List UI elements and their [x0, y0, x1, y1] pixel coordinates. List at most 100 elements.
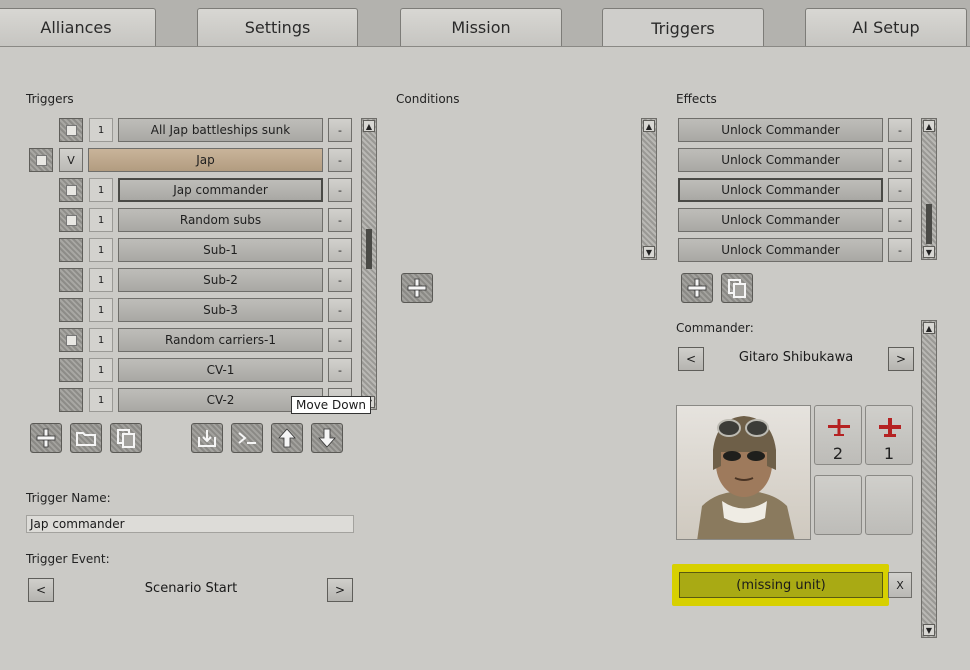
unit-slot[interactable]: 1	[865, 405, 913, 465]
add-trigger-button[interactable]	[30, 423, 62, 453]
trigger-repeat-count[interactable]: 1	[89, 238, 113, 262]
scroll-down-icon[interactable]: ▼	[923, 624, 935, 636]
trigger-item[interactable]: All Jap battleships sunk	[118, 118, 323, 142]
plane-icon	[879, 418, 901, 437]
triggers-scrollbar[interactable]: ▲ ▼	[361, 118, 377, 410]
commander-scrollbar[interactable]: ▲ ▼	[921, 320, 937, 638]
folder-icon	[76, 432, 96, 446]
trigger-item[interactable]: Sub-1	[118, 238, 323, 262]
trigger-remove-button[interactable]: -	[328, 358, 352, 382]
effect-item[interactable]: Unlock Commander	[678, 148, 883, 172]
trigger-checkbox[interactable]	[59, 388, 83, 412]
copy-icon	[117, 429, 135, 448]
trigger-remove-button[interactable]: -	[328, 238, 352, 262]
trigger-checkbox[interactable]	[59, 358, 83, 382]
terminal-icon	[238, 432, 256, 444]
effects-scrollbar[interactable]: ▲ ▼	[921, 118, 937, 260]
trigger-checkbox[interactable]	[59, 238, 83, 262]
trigger-name-input[interactable]: Jap commander	[26, 515, 354, 533]
unit-count: 1	[883, 444, 895, 463]
move-down-button[interactable]	[311, 423, 343, 453]
add-effect-button[interactable]	[681, 273, 713, 303]
trigger-checkbox[interactable]	[59, 178, 83, 202]
unit-slot-empty[interactable]	[814, 475, 862, 535]
tab-ai-setup[interactable]: AI Setup	[805, 8, 967, 46]
trigger-item[interactable]: Random subs	[118, 208, 323, 232]
trigger-checkbox[interactable]	[59, 328, 83, 352]
move-down-tooltip: Move Down	[291, 396, 371, 414]
scroll-up-icon[interactable]: ▲	[923, 322, 935, 334]
effect-remove-button[interactable]: -	[888, 238, 912, 262]
download-icon	[198, 430, 216, 447]
trigger-group-item[interactable]: Jap	[88, 148, 323, 172]
tab-triggers[interactable]: Triggers	[602, 8, 764, 48]
import-button[interactable]	[191, 423, 223, 453]
effect-item[interactable]: Unlock Commander	[678, 238, 883, 262]
trigger-repeat-count[interactable]: 1	[89, 388, 113, 412]
trigger-remove-button[interactable]: -	[328, 148, 352, 172]
remove-unit-button[interactable]: X	[888, 572, 912, 598]
effect-remove-button[interactable]: -	[888, 148, 912, 172]
trigger-remove-button[interactable]: -	[328, 268, 352, 292]
scroll-up-icon[interactable]: ▲	[643, 120, 655, 132]
effect-item-selected[interactable]: Unlock Commander	[678, 178, 883, 202]
scroll-thumb[interactable]	[366, 229, 372, 269]
commander-name: Gitaro Shibukawa	[738, 350, 854, 365]
trigger-name-label: Trigger Name:	[26, 491, 111, 505]
scroll-up-icon[interactable]: ▲	[363, 120, 375, 132]
unit-slot-empty[interactable]	[865, 475, 913, 535]
copy-effect-button[interactable]	[721, 273, 753, 303]
effect-remove-button[interactable]: -	[888, 178, 912, 202]
effect-item[interactable]: Unlock Commander	[678, 118, 883, 142]
effects-left-scrollbar[interactable]: ▲ ▼	[641, 118, 657, 260]
trigger-repeat-count[interactable]: 1	[89, 298, 113, 322]
scroll-up-icon[interactable]: ▲	[923, 120, 935, 132]
trigger-event-prev-button[interactable]: <	[28, 578, 54, 602]
commander-prev-button[interactable]: <	[678, 347, 704, 371]
trigger-group-checkbox[interactable]	[29, 148, 53, 172]
tab-settings[interactable]: Settings	[197, 8, 358, 46]
trigger-remove-button[interactable]: -	[328, 208, 352, 232]
trigger-item[interactable]: CV-1	[118, 358, 323, 382]
add-folder-button[interactable]	[70, 423, 102, 453]
missing-unit-button[interactable]: (missing unit)	[679, 572, 883, 598]
copy-icon	[728, 279, 746, 298]
scroll-down-icon[interactable]: ▼	[643, 246, 655, 258]
script-button[interactable]	[231, 423, 263, 453]
effect-item[interactable]: Unlock Commander	[678, 208, 883, 232]
effect-remove-button[interactable]: -	[888, 208, 912, 232]
add-condition-button[interactable]	[401, 273, 433, 303]
trigger-remove-button[interactable]: -	[328, 298, 352, 322]
trigger-item[interactable]: Random carriers-1	[118, 328, 323, 352]
trigger-group-expand[interactable]: V	[59, 148, 83, 172]
trigger-item[interactable]: Sub-2	[118, 268, 323, 292]
effects-label: Effects	[676, 92, 717, 106]
trigger-repeat-count[interactable]: 1	[89, 118, 113, 142]
trigger-repeat-count[interactable]: 1	[89, 358, 113, 382]
scroll-down-icon[interactable]: ▼	[923, 246, 935, 258]
trigger-checkbox[interactable]	[59, 118, 83, 142]
trigger-repeat-count[interactable]: 1	[89, 208, 113, 232]
trigger-checkbox[interactable]	[59, 208, 83, 232]
trigger-event-next-button[interactable]: >	[327, 578, 353, 602]
effect-remove-button[interactable]: -	[888, 118, 912, 142]
trigger-item-selected[interactable]: Jap commander	[118, 178, 323, 202]
copy-trigger-button[interactable]	[110, 423, 142, 453]
trigger-remove-button[interactable]: -	[328, 118, 352, 142]
trigger-remove-button[interactable]: -	[328, 328, 352, 352]
trigger-repeat-count[interactable]: 1	[89, 328, 113, 352]
commander-next-button[interactable]: >	[888, 347, 914, 371]
arrow-up-icon	[278, 428, 296, 448]
trigger-repeat-count[interactable]: 1	[89, 178, 113, 202]
scroll-thumb[interactable]	[926, 204, 932, 244]
unit-slot[interactable]: 2	[814, 405, 862, 465]
trigger-remove-button[interactable]: -	[328, 178, 352, 202]
trigger-checkbox[interactable]	[59, 268, 83, 292]
tab-mission[interactable]: Mission	[400, 8, 562, 46]
trigger-checkbox[interactable]	[59, 298, 83, 322]
trigger-repeat-count[interactable]: 1	[89, 268, 113, 292]
plus-icon	[407, 278, 427, 298]
tab-alliances[interactable]: Alliances	[0, 8, 156, 46]
move-up-button[interactable]	[271, 423, 303, 453]
trigger-item[interactable]: Sub-3	[118, 298, 323, 322]
